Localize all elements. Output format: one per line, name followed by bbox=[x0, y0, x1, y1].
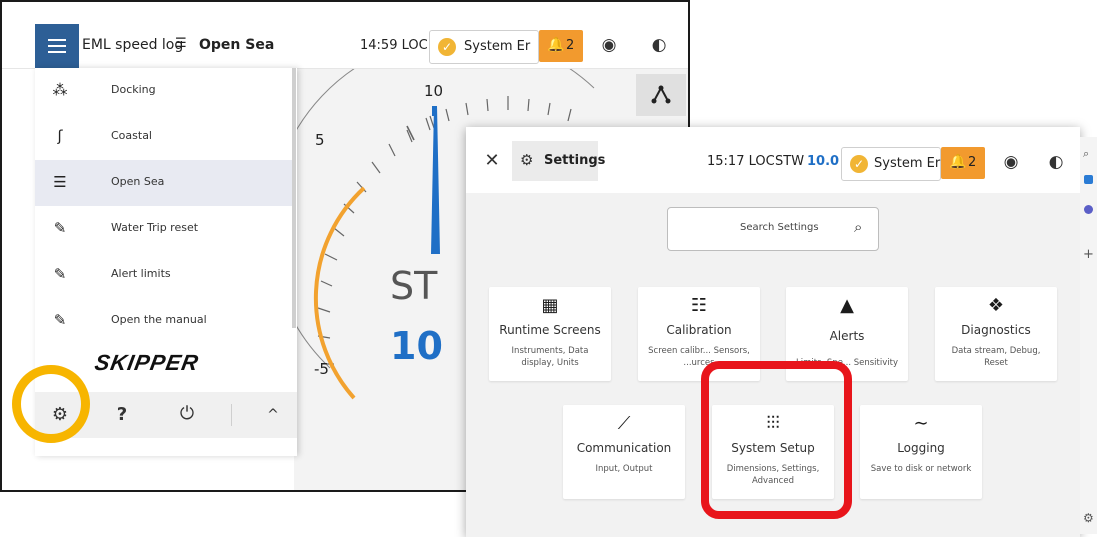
pencil-icon: ✎ bbox=[53, 311, 67, 329]
drawer-item-water-trip-reset[interactable]: ✎ Water Trip reset bbox=[35, 206, 295, 252]
app-icon[interactable] bbox=[1084, 175, 1093, 184]
account-icon[interactable]: ◉ bbox=[599, 35, 619, 55]
gauge-label: ST bbox=[390, 264, 438, 308]
tile-title: Logging bbox=[897, 441, 945, 455]
tile-description: Save to disk or network bbox=[870, 464, 972, 474]
alert-count: 2 bbox=[566, 38, 575, 53]
bell-icon: 🔔 bbox=[949, 154, 967, 170]
alert-count: 2 bbox=[968, 155, 977, 170]
gauge-value: 10 bbox=[390, 324, 443, 368]
power-icon[interactable]: ⏻ bbox=[177, 404, 197, 424]
settings-title-box: ⚙ Settings bbox=[512, 141, 605, 181]
drawer-item-label: Open Sea bbox=[111, 175, 165, 188]
tile-description: Input, Output bbox=[595, 464, 653, 474]
teams-icon[interactable] bbox=[1084, 205, 1093, 214]
gauge-tick-label-minus5: -5 bbox=[314, 360, 329, 378]
skipper-logo: SKIPPER bbox=[92, 350, 201, 375]
side-strip: ⌕ + ⚙ bbox=[1080, 137, 1097, 534]
search-placeholder: Search Settings bbox=[740, 222, 819, 233]
drawer-item-coastal[interactable]: ʃ Coastal bbox=[35, 114, 295, 160]
tile-title: Runtime Screens bbox=[499, 323, 601, 337]
diagnostics-icon: ❖ bbox=[987, 295, 1005, 316]
close-icon[interactable]: ✕ bbox=[482, 151, 502, 171]
drawer-item-open-sea[interactable]: ☰ Open Sea bbox=[35, 160, 295, 206]
brightness-icon[interactable]: ◐ bbox=[649, 35, 669, 55]
drawer-item-open-manual[interactable]: ✎ Open the manual bbox=[35, 298, 295, 344]
layout-toggle-button[interactable] bbox=[636, 74, 686, 116]
tile-description: Instruments, Data display, Units bbox=[511, 346, 589, 368]
open-sea-icon: ☰ bbox=[175, 36, 187, 51]
clock: 14:59 LOC bbox=[360, 38, 428, 53]
brightness-icon[interactable]: ◐ bbox=[1046, 152, 1066, 172]
status-chip[interactable]: ✓ System Er bbox=[841, 147, 941, 181]
gear-icon[interactable]: ⚙ bbox=[1083, 511, 1094, 525]
tree-icon bbox=[651, 85, 671, 104]
drawer-item-label: Open the manual bbox=[111, 313, 207, 326]
tile-runtime-screens[interactable]: ▦ Runtime Screens Instruments, Data disp… bbox=[489, 287, 611, 381]
add-icon[interactable]: + bbox=[1083, 247, 1094, 262]
drawer-scrollbar[interactable] bbox=[292, 68, 296, 328]
pencil-icon: ✎ bbox=[53, 265, 67, 283]
tile-title: Communication bbox=[576, 441, 672, 455]
open-sea-icon: ☰ bbox=[53, 173, 67, 191]
pencil-icon: ✎ bbox=[53, 219, 67, 237]
search-icon: ⌕ bbox=[1083, 147, 1090, 160]
coastal-icon: ʃ bbox=[57, 127, 63, 145]
check-icon: ✓ bbox=[438, 38, 456, 56]
logging-icon: ∼ bbox=[913, 413, 929, 434]
drawer-item-label: Coastal bbox=[111, 129, 152, 142]
settings-title: Settings bbox=[544, 153, 606, 168]
stw-value: 10.0 bbox=[807, 154, 840, 169]
communication-icon: ⟋ bbox=[617, 413, 631, 434]
help-icon[interactable]: ? bbox=[112, 405, 132, 425]
tile-title: Calibration bbox=[666, 323, 732, 337]
drawer-item-docking[interactable]: ⁂ Docking bbox=[35, 68, 295, 114]
hamburger-icon-line bbox=[48, 51, 66, 53]
search-settings-input[interactable]: Search Settings ⌕ bbox=[667, 207, 879, 251]
bell-icon: 🔔 bbox=[547, 37, 565, 53]
speedlog-topbar bbox=[2, 2, 688, 69]
menu-button[interactable] bbox=[35, 24, 79, 68]
alerts-icon: ▲ bbox=[840, 295, 854, 316]
gauge-tick-label-5: 5 bbox=[315, 131, 325, 149]
docking-icon: ⁂ bbox=[52, 81, 68, 99]
status-chip[interactable]: ✓ System Er bbox=[429, 30, 539, 64]
calibration-icon: ☷ bbox=[690, 295, 708, 316]
tile-description: Data stream, Debug, Reset bbox=[951, 346, 1041, 368]
alerts-button[interactable]: 🔔 2 bbox=[539, 30, 583, 62]
tile-title: Alerts bbox=[829, 329, 865, 343]
status-label: System Er bbox=[874, 156, 941, 171]
drawer-item-label: Water Trip reset bbox=[111, 221, 199, 234]
tile-title: Diagnostics bbox=[961, 323, 1031, 337]
drawer-item-label: Alert limits bbox=[111, 267, 171, 280]
highlight-box bbox=[701, 361, 852, 519]
gear-icon: ⚙ bbox=[520, 151, 534, 169]
settings-topbar: ✕ ⚙ Settings 15:17 LOC STW 10.0 ✓ System… bbox=[466, 127, 1080, 193]
gauge-tick-label-10: 10 bbox=[424, 82, 444, 100]
highlight-ring bbox=[12, 365, 90, 443]
footer-divider bbox=[231, 404, 232, 426]
tile-communication[interactable]: ⟋ Communication Input, Output bbox=[563, 405, 685, 499]
mode-label: Open Sea bbox=[199, 37, 275, 53]
tile-diagnostics[interactable]: ❖ Diagnostics Data stream, Debug, Reset bbox=[935, 287, 1057, 381]
runtime-screens-icon: ▦ bbox=[541, 295, 559, 316]
chevron-up-icon[interactable]: ^ bbox=[263, 405, 283, 425]
alerts-button[interactable]: 🔔 2 bbox=[941, 147, 985, 179]
status-label: System Er bbox=[464, 39, 531, 54]
clock: 15:17 LOC bbox=[707, 154, 775, 169]
check-icon: ✓ bbox=[850, 155, 868, 173]
tile-logging[interactable]: ∼ Logging Save to disk or network bbox=[860, 405, 982, 499]
account-icon[interactable]: ◉ bbox=[1001, 152, 1021, 172]
drawer-item-label: Docking bbox=[111, 83, 156, 96]
drawer-item-alert-limits[interactable]: ✎ Alert limits bbox=[35, 252, 295, 298]
app-title: EML speed log bbox=[82, 37, 184, 53]
hamburger-icon-line bbox=[48, 45, 66, 47]
hamburger-icon bbox=[48, 39, 66, 41]
search-icon: ⌕ bbox=[854, 218, 863, 236]
stw-label: STW bbox=[775, 154, 805, 169]
